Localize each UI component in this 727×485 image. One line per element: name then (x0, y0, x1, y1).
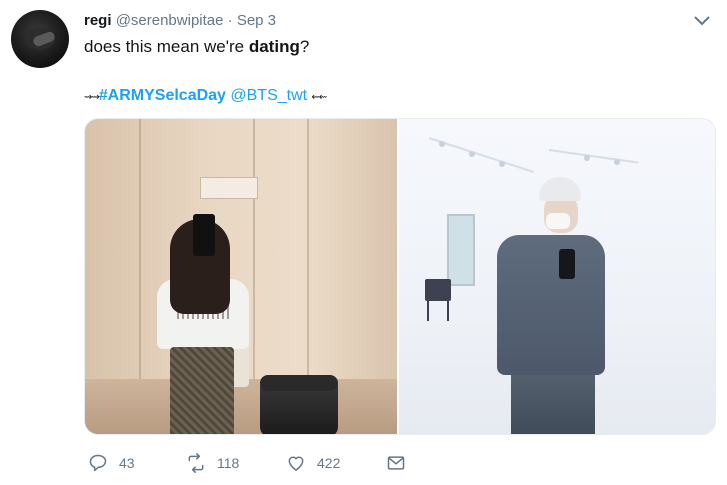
wall-sign (200, 177, 258, 199)
stool-top (260, 375, 338, 391)
reply-button[interactable]: 43 (88, 453, 135, 473)
chair (425, 279, 452, 301)
glass-door (447, 214, 476, 286)
phone (193, 214, 215, 256)
ceiling-track (548, 149, 639, 164)
jacket (497, 235, 606, 375)
header-separator: · (227, 12, 233, 29)
like-button[interactable]: 422 (286, 453, 340, 473)
tweet-header: regi @serenbwipitae · Sep 3 (84, 12, 276, 29)
like-count: 422 (317, 455, 341, 471)
cap (539, 177, 582, 201)
heart-icon (288, 456, 304, 471)
envelope-icon (387, 456, 405, 470)
retweet-count: 118 (217, 455, 240, 471)
chevron-down-icon[interactable] (693, 14, 711, 28)
photo-left[interactable] (85, 119, 398, 434)
media-grid (84, 118, 716, 435)
tweet-text-end: ? (299, 37, 310, 56)
ceiling-light (469, 151, 476, 157)
retweet-button[interactable]: 118 (186, 453, 239, 473)
tag-line: ⇝⇝#ARMYSelcaDay @BTS_twt ⇜⇜ (84, 87, 328, 105)
display-name[interactable]: regi (84, 12, 112, 29)
chair-legs (427, 301, 450, 321)
ceiling-light (499, 161, 506, 167)
plaid-pants (170, 347, 234, 434)
ceiling-light (439, 141, 446, 147)
trousers (511, 369, 596, 434)
hashtag-link[interactable]: #ARMYSelcaDay (99, 87, 226, 104)
avatar[interactable] (11, 10, 69, 68)
right-decoration: ⇜⇜ (311, 92, 328, 103)
reply-count: 43 (119, 455, 135, 471)
floor (85, 379, 398, 434)
tweet-text: does this mean we're dating? (84, 37, 309, 57)
direct-message-button[interactable] (386, 453, 406, 473)
reply-icon (89, 454, 107, 472)
mention-link[interactable]: @BTS_twt (230, 87, 307, 104)
face-mask (546, 213, 571, 229)
tweet-date[interactable]: Sep 3 (237, 12, 276, 29)
left-decoration: ⇝⇝ (84, 92, 100, 103)
retweet-icon (188, 453, 204, 473)
tweet-text-start: does this mean we're (84, 37, 249, 56)
tweet-text-bold: dating (248, 37, 300, 56)
ceiling-light (584, 155, 591, 161)
phone (559, 249, 576, 279)
photo-right[interactable] (399, 119, 715, 434)
user-handle[interactable]: @serenbwipitae (116, 12, 224, 29)
ceiling-light (614, 159, 621, 165)
